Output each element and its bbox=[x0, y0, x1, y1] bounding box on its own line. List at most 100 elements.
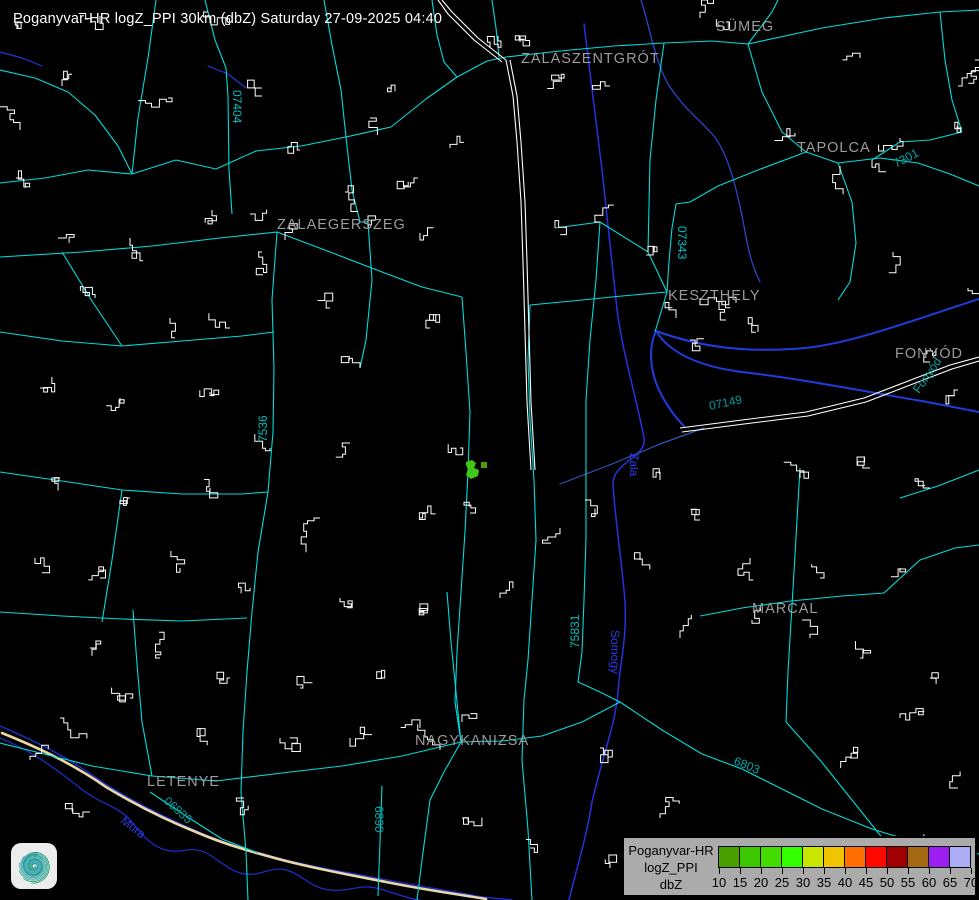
city-label: KESZTHELY bbox=[668, 288, 761, 304]
settlement-outline bbox=[388, 85, 395, 92]
main-road-line bbox=[510, 60, 535, 470]
legend-tickmark bbox=[887, 868, 888, 874]
legend-title: Poganyvar-HRlogZ_PPIdbZ bbox=[624, 842, 718, 893]
road-line bbox=[447, 592, 461, 742]
city-label: SÜMEG bbox=[716, 17, 774, 35]
road-line bbox=[360, 222, 372, 368]
road-line bbox=[0, 57, 506, 183]
road-line bbox=[620, 702, 979, 854]
settlement-outline bbox=[802, 620, 818, 638]
settlement-outline bbox=[280, 738, 300, 752]
settlement-outline bbox=[106, 398, 124, 411]
road-line bbox=[586, 222, 600, 538]
road-label: Zala bbox=[627, 453, 641, 477]
city-label: FONYÓD bbox=[895, 345, 963, 362]
settlement-outline bbox=[62, 71, 72, 86]
settlement-outline bbox=[595, 205, 614, 222]
settlement-outline bbox=[968, 60, 979, 83]
settlement-outline bbox=[301, 518, 320, 552]
road-line bbox=[0, 612, 247, 621]
settlement-outline bbox=[239, 583, 251, 593]
city-label: ZALASZENTGRÓT bbox=[521, 50, 660, 67]
settlement-outline bbox=[419, 506, 435, 520]
road-line bbox=[205, 0, 232, 214]
settlement-outline bbox=[660, 798, 679, 819]
settlement-outline bbox=[841, 747, 858, 768]
road-label: 75831 bbox=[568, 614, 582, 648]
legend-color-cell bbox=[802, 846, 823, 868]
settlement-outline bbox=[680, 615, 691, 638]
legend-color-cell bbox=[739, 846, 760, 868]
settlement-outline bbox=[420, 228, 434, 240]
settlement-outline bbox=[65, 804, 90, 817]
road-line bbox=[102, 490, 122, 622]
legend-color-cell bbox=[823, 846, 844, 868]
road-line bbox=[748, 10, 979, 44]
settlement-outline bbox=[605, 855, 616, 868]
legend-tickmark bbox=[908, 868, 909, 874]
settlement-outline bbox=[500, 582, 513, 598]
settlement-outline bbox=[200, 389, 219, 397]
city-label: ZALAEGERSZEG bbox=[277, 217, 406, 233]
settlement-outline bbox=[635, 553, 650, 570]
road-label: 07149 bbox=[708, 392, 744, 413]
legend-tickmark bbox=[950, 868, 951, 874]
settlement-outline bbox=[950, 772, 960, 789]
road-line bbox=[655, 292, 667, 332]
settlement-outline bbox=[665, 303, 676, 319]
radar-echo bbox=[481, 462, 487, 468]
road-line bbox=[133, 610, 152, 776]
legend-color-cell bbox=[865, 846, 886, 868]
legend-color-cell bbox=[718, 846, 739, 868]
settlement-outline bbox=[487, 36, 501, 48]
city-label: MARCAL bbox=[752, 601, 818, 617]
settlement-outline bbox=[419, 604, 428, 615]
settlement-outline bbox=[691, 509, 701, 520]
settlement-outline bbox=[856, 641, 871, 658]
settlement-outline bbox=[60, 718, 87, 739]
settlement-outline bbox=[738, 558, 753, 580]
legend-color-bar bbox=[718, 846, 971, 868]
city-label: NAGYKANIZSA bbox=[415, 733, 529, 749]
settlement-outline bbox=[842, 53, 860, 60]
legend-tickmark bbox=[824, 868, 825, 874]
settlement-outline bbox=[600, 748, 612, 763]
settlement-outline bbox=[288, 143, 300, 154]
road-label: 07343 bbox=[675, 226, 689, 260]
settlement-outline bbox=[450, 136, 464, 148]
settlement-outline bbox=[297, 677, 312, 689]
settlement-outline bbox=[653, 469, 660, 480]
settlement-outline bbox=[112, 688, 133, 702]
legend-tickmark bbox=[971, 868, 972, 874]
settlement-outline bbox=[80, 287, 95, 298]
legend-color-cell bbox=[760, 846, 781, 868]
road-label: 6890 bbox=[372, 806, 386, 833]
legend-color-cell bbox=[928, 846, 949, 868]
legend-tickmark bbox=[929, 868, 930, 874]
road-label: 06835 bbox=[161, 794, 195, 827]
settlement-outline bbox=[248, 80, 262, 96]
settlement-outline bbox=[204, 480, 218, 498]
legend-title-line: dbZ bbox=[624, 876, 718, 893]
settlement-outline bbox=[88, 567, 105, 580]
settlement-outline bbox=[217, 672, 230, 683]
road-line bbox=[62, 252, 122, 346]
radar-echo-layer bbox=[466, 460, 487, 479]
settlement-outline bbox=[543, 528, 561, 543]
settlement-outline bbox=[748, 318, 758, 333]
river-line bbox=[656, 299, 979, 350]
legend-title-line: logZ_PPI bbox=[624, 859, 718, 876]
settlement-outline bbox=[369, 118, 378, 135]
settlement-outline bbox=[138, 98, 172, 107]
settlement-outline bbox=[377, 670, 385, 678]
settlement-outline bbox=[915, 479, 930, 488]
radar-map: 0740475360734375831689006835680373010714… bbox=[0, 0, 979, 900]
settlement-outline bbox=[197, 728, 207, 745]
settlement-outline bbox=[341, 357, 360, 368]
settlement-outline bbox=[448, 444, 463, 455]
settlement-outline bbox=[900, 709, 924, 720]
settlement-outline bbox=[646, 246, 657, 255]
settlement-outline bbox=[318, 293, 333, 308]
settlement-outline bbox=[35, 558, 50, 573]
settlement-outline bbox=[171, 551, 185, 572]
